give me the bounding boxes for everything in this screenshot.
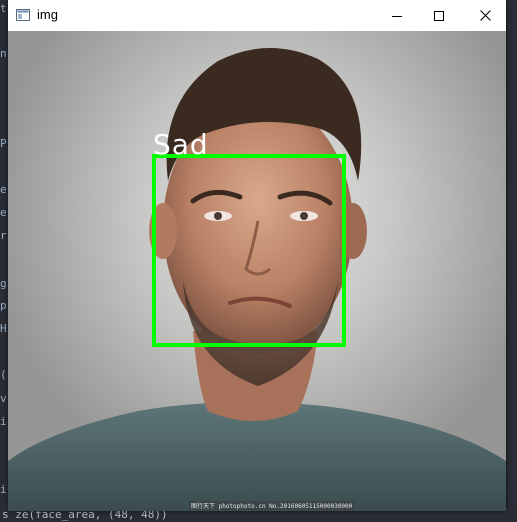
- ide-code-char: i: [0, 483, 7, 496]
- ide-code-char: i: [0, 415, 7, 428]
- close-icon: [479, 10, 491, 21]
- window-title: img: [37, 7, 58, 22]
- image-canvas: Sad 图行天下 photophoto.cn No.20160605115000…: [8, 31, 506, 511]
- emotion-label: Sad: [153, 128, 209, 161]
- ide-code-char: r: [0, 229, 7, 242]
- ide-code-char: (: [0, 368, 7, 381]
- close-button[interactable]: [462, 0, 508, 31]
- image-window[interactable]: img Sad 图行天下 photophoto.cn No.2016060511…: [8, 0, 506, 511]
- ide-code-char: t: [0, 2, 7, 15]
- maximize-icon: [434, 10, 444, 21]
- face-bounding-box: [152, 154, 346, 347]
- ide-code-char: P: [0, 137, 7, 150]
- minimize-icon: [392, 15, 402, 17]
- ide-code-char: e: [0, 183, 7, 196]
- ide-code-char: e: [0, 206, 7, 219]
- ide-code-char: v: [0, 392, 7, 405]
- ide-gutter: [0, 0, 8, 522]
- ide-code-char: g: [0, 277, 7, 290]
- ide-code-char: n: [0, 47, 7, 60]
- ide-code-char: H: [0, 322, 7, 335]
- title-bar[interactable]: img: [8, 0, 506, 31]
- maximize-button[interactable]: [416, 0, 462, 31]
- ide-right-panel: [507, 0, 517, 522]
- minimize-button[interactable]: [374, 0, 420, 31]
- app-window-icon: [16, 9, 30, 21]
- watermark: 图行天下 photophoto.cn No.201606051150000300…: [189, 501, 355, 510]
- ide-code-char: p: [0, 299, 7, 312]
